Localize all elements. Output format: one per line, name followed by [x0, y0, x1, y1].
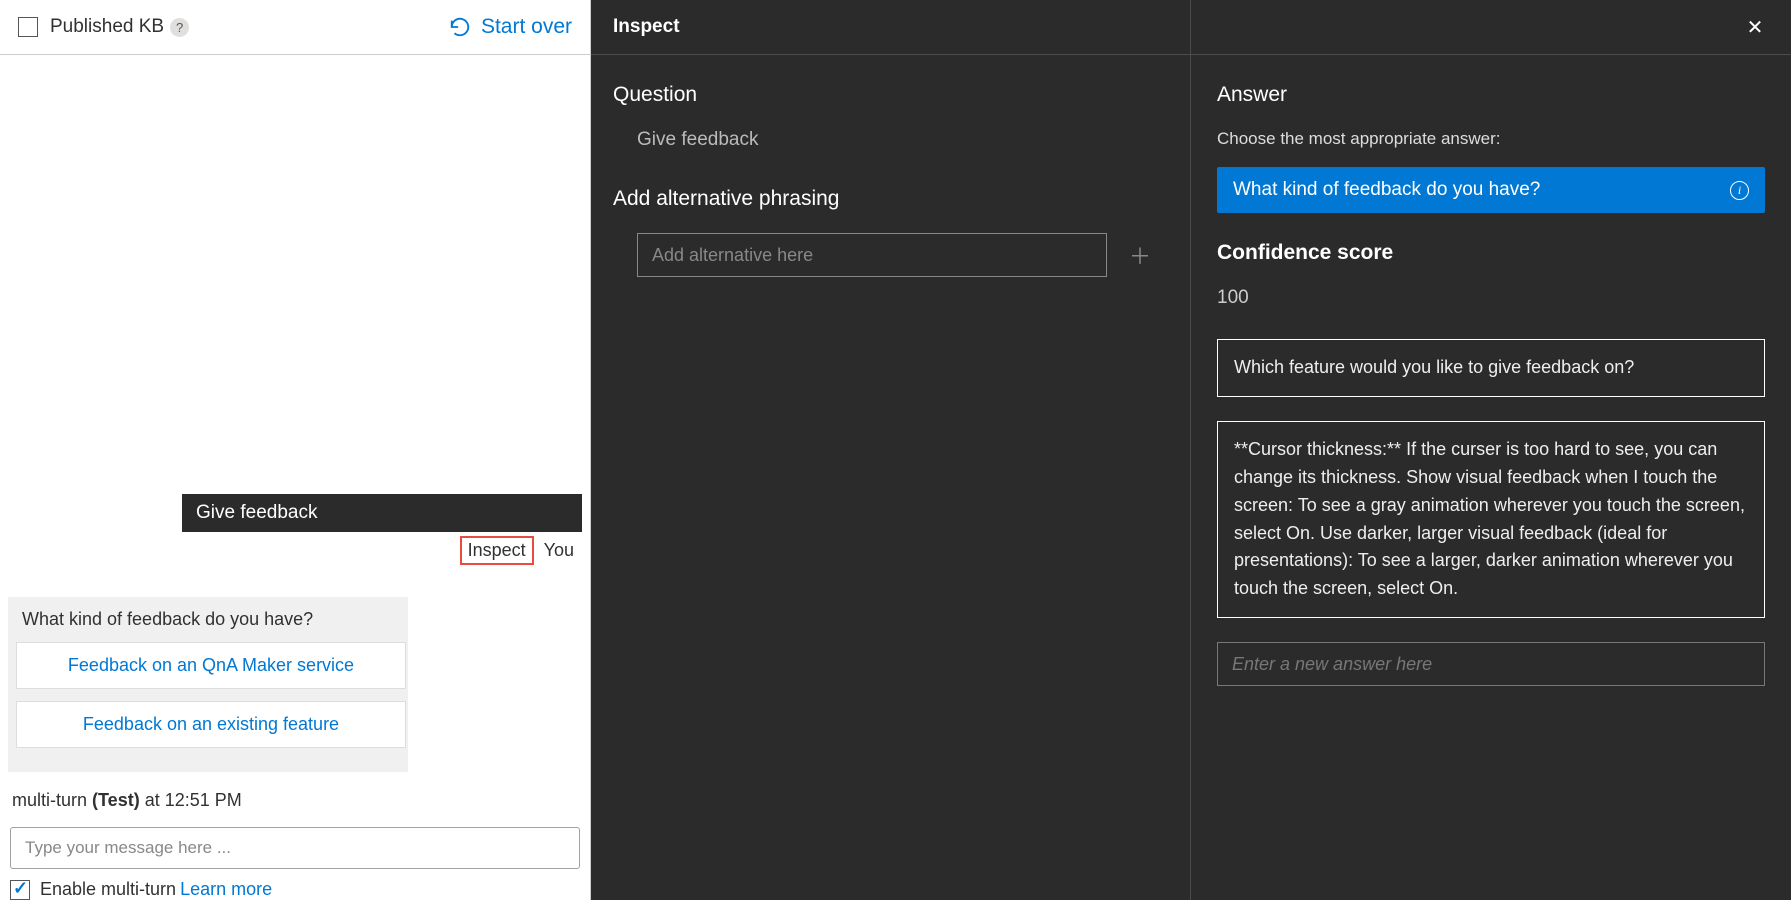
enable-multiturn-checkbox[interactable] [10, 880, 30, 900]
chat-input-wrap [0, 819, 590, 879]
alternative-answer[interactable]: Which feature would you like to give fee… [1217, 339, 1765, 397]
start-over-button[interactable]: Start over [449, 15, 572, 39]
inspect-link[interactable]: Inspect [460, 536, 534, 565]
bot-name: multi-turn [12, 790, 87, 810]
enable-multiturn-label: Enable multi-turn [40, 879, 176, 900]
followup-prompt-button[interactable]: Feedback on an existing feature [16, 701, 406, 748]
new-answer-input[interactable] [1217, 642, 1765, 686]
header-left-group: Published KB ? [18, 16, 189, 38]
inspect-answer-body: Answer Choose the most appropriate answe… [1191, 55, 1791, 714]
user-message-meta: Inspect You [460, 536, 582, 565]
inspect-title: Inspect [613, 16, 680, 38]
bot-message: What kind of feedback do you have? Feedb… [8, 597, 408, 772]
alt-phrasing-input[interactable] [637, 233, 1107, 277]
inspect-answer-header: ✕ [1191, 0, 1791, 55]
answer-heading: Answer [1217, 83, 1765, 107]
published-kb-checkbox[interactable] [18, 17, 38, 37]
chat-input[interactable] [10, 827, 580, 869]
multi-turn-row: Enable multi-turn Learn more [0, 879, 590, 900]
test-panel-header: Published KB ? Start over [0, 0, 590, 55]
confidence-value: 100 [1217, 287, 1765, 309]
refresh-icon [449, 16, 471, 38]
bot-meta: multi-turn (Test) at 12:51 PM [8, 790, 582, 811]
inspect-question-body: Question Give feedback Add alternative p… [591, 55, 1190, 305]
bot-tag: (Test) [92, 790, 140, 810]
close-icon[interactable]: ✕ [1741, 13, 1769, 41]
you-label: You [544, 540, 582, 561]
alternative-answer[interactable]: **Cursor thickness:** If the curser is t… [1217, 421, 1765, 618]
chat-body: Give feedback Inspect You What kind of f… [0, 55, 590, 819]
bot-time: 12:51 PM [165, 790, 242, 810]
at-word: at [145, 790, 160, 810]
help-icon[interactable]: ? [170, 18, 189, 37]
learn-more-link[interactable]: Learn more [180, 879, 272, 900]
question-heading: Question [613, 83, 1168, 107]
test-chat-panel: Published KB ? Start over Give feedback … [0, 0, 591, 900]
published-kb-label: Published KB [50, 16, 164, 38]
alt-phrasing-heading: Add alternative phrasing [613, 187, 1168, 211]
answer-instruction: Choose the most appropriate answer: [1217, 129, 1765, 149]
info-icon[interactable]: i [1730, 181, 1749, 200]
bot-message-text: What kind of feedback do you have? [16, 609, 400, 630]
start-over-label: Start over [481, 15, 572, 39]
selected-answer-text: What kind of feedback do you have? [1233, 179, 1540, 201]
inspect-question-panel: Inspect Question Give feedback Add alter… [591, 0, 1191, 900]
alt-phrasing-row: ＋ [613, 233, 1168, 277]
followup-prompt-button[interactable]: Feedback on an QnA Maker service [16, 642, 406, 689]
question-text: Give feedback [613, 129, 1168, 151]
user-message-wrap: Give feedback Inspect You [8, 494, 582, 565]
add-alt-phrasing-icon[interactable]: ＋ [1125, 239, 1155, 271]
inspect-header: Inspect [591, 0, 1190, 55]
selected-answer[interactable]: What kind of feedback do you have? i [1217, 167, 1765, 213]
confidence-heading: Confidence score [1217, 241, 1765, 265]
user-message: Give feedback [182, 494, 582, 532]
inspect-answer-panel: ✕ Answer Choose the most appropriate ans… [1191, 0, 1791, 900]
